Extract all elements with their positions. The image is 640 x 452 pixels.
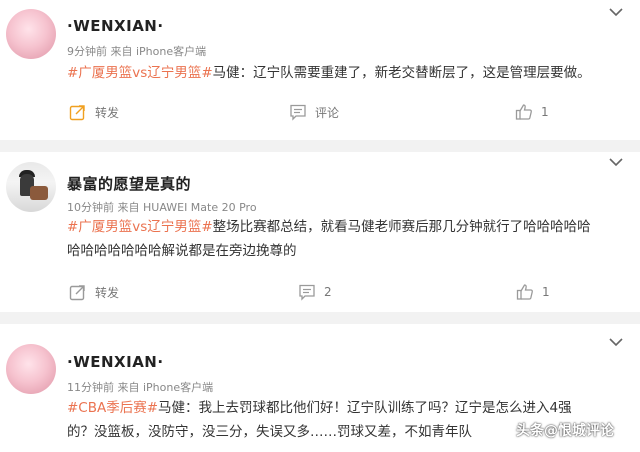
- post-body: 整场比赛都总结，就看马健老师赛后那几分钟就行了哈哈哈哈哈: [212, 219, 591, 235]
- post-body-continued: 哈哈哈哈哈哈哈解说都是在旁边挽尊的: [67, 243, 297, 259]
- share-label: 转发: [95, 105, 120, 120]
- action-bar: 转发 2 1: [0, 277, 640, 307]
- comment-icon: [299, 284, 315, 301]
- post-text: #广厦男篮vs辽宁男篮#马健：辽宁队需要重建了，新老交替断层了，这是管理层要做。: [67, 61, 627, 85]
- share-button[interactable]: 转发: [69, 97, 119, 127]
- post-card: 暴富的愿望是真的 10分钟前 来自 HUAWEI Mate 20 Pro #广厦…: [0, 152, 640, 312]
- chevron-down-icon[interactable]: [608, 156, 624, 168]
- share-button[interactable]: 转发: [69, 277, 119, 307]
- like-count: 1: [541, 105, 549, 119]
- thumbs-up-icon: [516, 284, 533, 300]
- username[interactable]: 暴富的愿望是真的: [67, 173, 191, 194]
- post-meta: 11分钟前 来自 iPhone客户端: [67, 381, 214, 394]
- thumbs-up-icon: [515, 104, 532, 120]
- post-card: ·WENXIAN· 9分钟前 来自 iPhone客户端 #广厦男篮vs辽宁男篮#…: [0, 0, 640, 140]
- avatar[interactable]: [6, 162, 56, 212]
- watermark: 头条@恨城评论: [516, 423, 614, 439]
- post-body: 马健：辽宁队需要重建了，新老交替断层了，这是管理层要做。: [212, 65, 591, 81]
- like-button[interactable]: 1: [516, 277, 550, 307]
- avatar[interactable]: [6, 9, 56, 59]
- comment-icon: [290, 104, 306, 121]
- comment-label: 评论: [315, 105, 340, 120]
- username[interactable]: ·WENXIAN·: [67, 353, 164, 371]
- post-body: 马健：我上去罚球都比他们好！辽宁队训练了吗？辽宁是怎么进入4强: [158, 400, 572, 416]
- chevron-down-icon[interactable]: [608, 6, 624, 18]
- like-count: 1: [542, 285, 550, 299]
- post-body-continued: 的？没篮板，没防守，没三分，失误又多……罚球又差，不如青年队: [67, 424, 472, 440]
- post-text: #广厦男篮vs辽宁男篮#整场比赛都总结，就看马健老师赛后那几分钟就行了哈哈哈哈哈…: [67, 215, 627, 263]
- topic-tag[interactable]: #广厦男篮vs辽宁男篮#: [67, 65, 213, 81]
- share-icon: [69, 105, 85, 121]
- comment-button[interactable]: 评论: [289, 97, 339, 127]
- avatar[interactable]: [6, 344, 56, 394]
- action-bar: 转发 评论 1: [0, 97, 640, 127]
- comment-button[interactable]: 2: [298, 277, 332, 307]
- share-icon: [69, 285, 85, 301]
- topic-tag[interactable]: #CBA季后赛#: [67, 400, 158, 416]
- topic-tag[interactable]: #广厦男篮vs辽宁男篮#: [67, 219, 213, 235]
- post-meta: 9分钟前 来自 iPhone客户端: [67, 45, 207, 58]
- post-meta: 10分钟前 来自 HUAWEI Mate 20 Pro: [67, 201, 257, 214]
- like-button[interactable]: 1: [515, 97, 549, 127]
- share-label: 转发: [95, 285, 120, 300]
- comment-count: 2: [324, 285, 332, 299]
- username[interactable]: ·WENXIAN·: [67, 17, 164, 35]
- chevron-down-icon[interactable]: [608, 336, 624, 348]
